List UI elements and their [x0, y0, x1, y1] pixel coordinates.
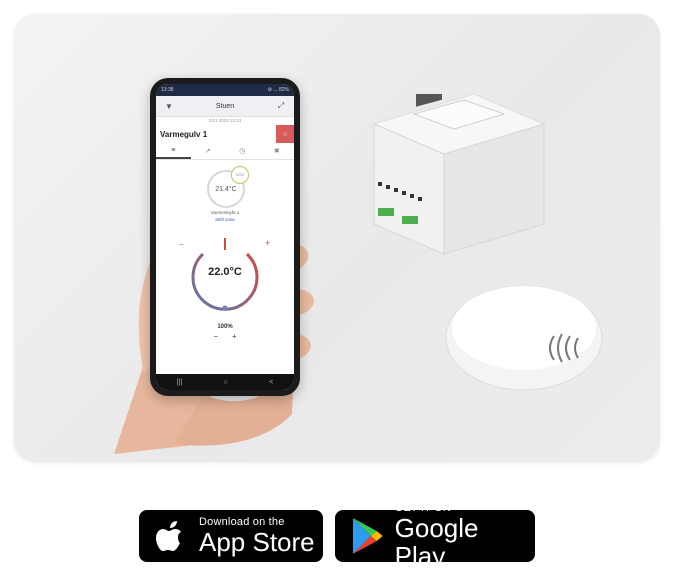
room-title[interactable]: Stuen: [216, 103, 234, 110]
graph-icon: ↗: [204, 148, 211, 155]
status-icons: ⚙ ... 82%: [267, 87, 289, 93]
app-store-label: App Store: [199, 527, 315, 557]
phone-status-bar: 13:38 ⚙ ... 82%: [156, 84, 294, 96]
decrease-marker: −: [179, 240, 184, 249]
increase-marker: +: [265, 238, 271, 248]
tab-graph[interactable]: ↗: [191, 143, 226, 159]
power-percent: 100%: [217, 324, 233, 330]
room-label: Varmesloyfe 1: [210, 210, 240, 215]
tab-settings[interactable]: ✖: [260, 143, 295, 159]
app-top-bar: ▼ Stuen ⤢: [156, 96, 294, 117]
smartphone: 13:38 ⚙ ... 82% ▼ Stuen ⤢ 22/1 2023 13:2…: [150, 78, 300, 396]
room-link[interactable]: Skift sone: [156, 217, 294, 222]
status-time: 13:38: [161, 87, 174, 93]
adjust-row: − +: [156, 332, 294, 341]
app-store-text: Download on the App Store: [199, 516, 315, 556]
google-play-button[interactable]: GET IT ON Google Play: [335, 502, 535, 570]
android-nav-bar: ||| ○ <: [156, 374, 294, 390]
din-rail-controller-image: [372, 94, 546, 255]
power-icon[interactable]: ○: [276, 125, 294, 143]
apple-logo-icon: [156, 521, 181, 551]
clock-icon: ◷: [239, 148, 246, 155]
collapse-icon[interactable]: ⤢: [274, 101, 288, 111]
play-triangle-icon: [352, 518, 383, 554]
google-play-label: Google Play: [394, 513, 479, 571]
device-tabs: ≡ ↗ ◷ ✖: [156, 143, 294, 160]
phone-screen: 13:38 ⚙ ... 82% ▼ Stuen ⤢ 22/1 2023 13:2…: [156, 84, 294, 390]
list-icon: ≡: [171, 146, 176, 154]
store-badges: Download on the App Store GET IT ON Goog…: [0, 502, 674, 570]
hero-product-image: 13:38 ⚙ ... 82% ▼ Stuen ⤢ 22/1 2023 13:2…: [14, 14, 660, 462]
minus-button[interactable]: −: [213, 332, 218, 341]
target-temp-value: 22.0°C: [208, 266, 242, 278]
app-store-button[interactable]: Download on the App Store: [139, 510, 323, 562]
tab-schedule[interactable]: ◷: [225, 143, 260, 159]
room-sensor-image: [445, 285, 603, 391]
room-temp-gauge: 21.4°C ECO: [193, 166, 257, 208]
google-play-text: GET IT ON Google Play: [395, 502, 535, 570]
eco-badge: ECO: [231, 166, 249, 184]
tab-overview[interactable]: ≡: [156, 143, 191, 159]
plus-button[interactable]: +: [232, 332, 237, 341]
device-row: Varmegulv 1 ○: [156, 125, 294, 143]
target-temp-dial[interactable]: − + 22.0°C: [179, 236, 270, 316]
tools-icon: ✖: [273, 148, 280, 155]
recent-apps-icon[interactable]: |||: [177, 379, 182, 386]
chevron-down-icon[interactable]: ▼: [162, 102, 176, 111]
datetime-text: 22/1 2023 13:23: [208, 118, 242, 123]
room-temp-value: 21.4°C: [215, 185, 237, 193]
device-name: Varmegulv 1: [160, 129, 208, 139]
back-icon[interactable]: <: [269, 379, 273, 386]
home-icon[interactable]: ○: [224, 379, 228, 386]
